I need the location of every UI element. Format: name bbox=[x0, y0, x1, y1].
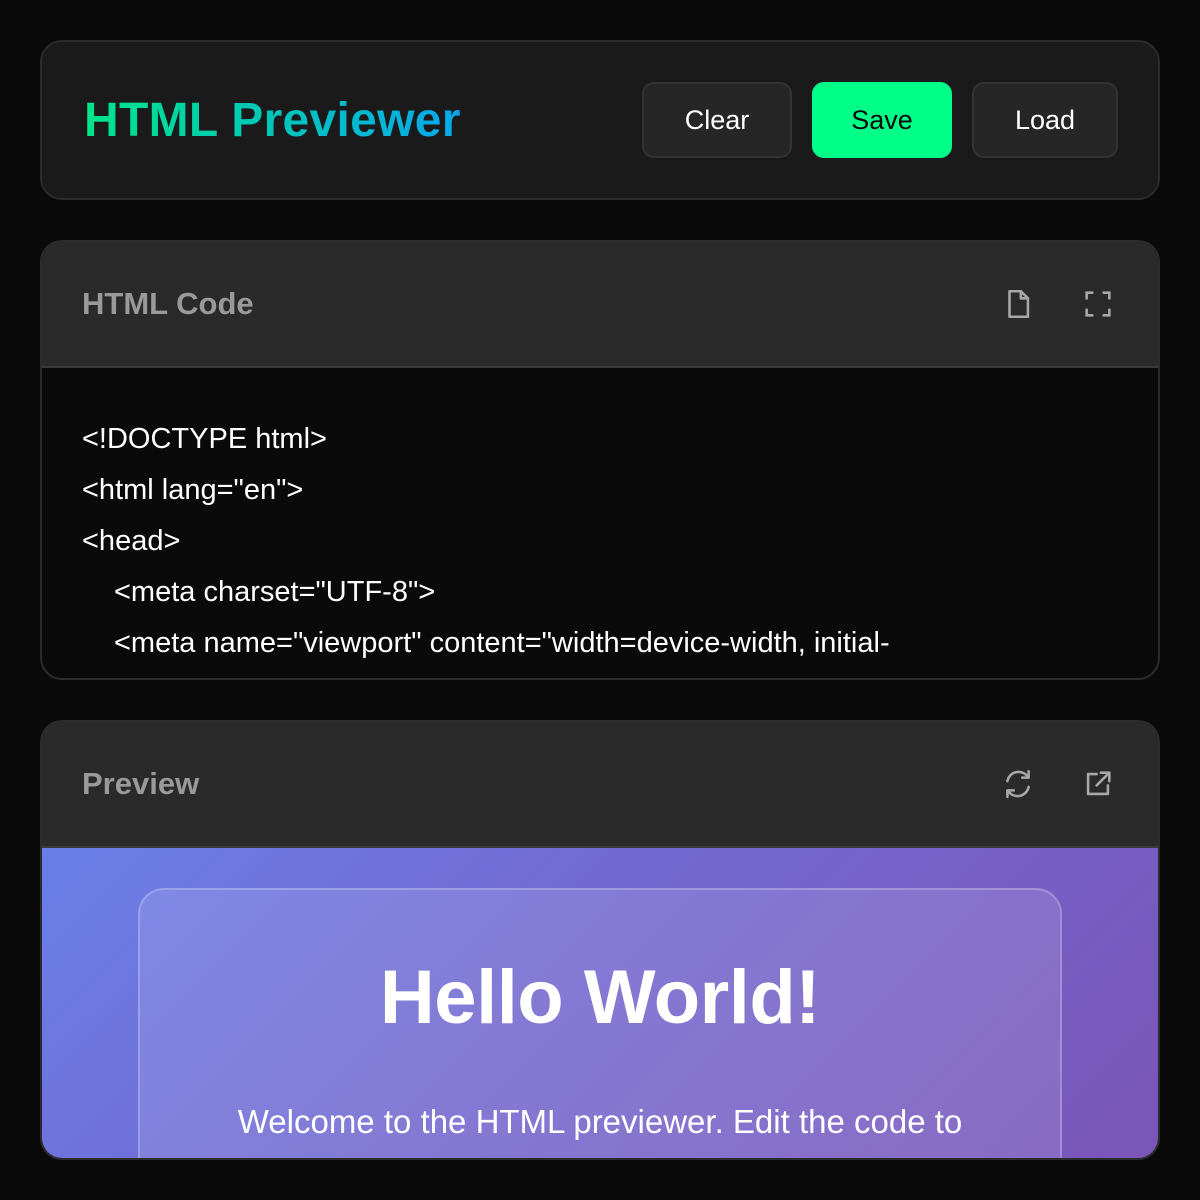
app-title: HTML Previewer bbox=[84, 93, 461, 147]
external-link-icon[interactable] bbox=[1080, 766, 1116, 802]
preview-heading: Hello World! bbox=[379, 955, 821, 1040]
code-panel-title: HTML Code bbox=[82, 286, 254, 321]
preview-frame[interactable]: Hello World! Welcome to the HTML preview… bbox=[42, 848, 1158, 1158]
header-actions: Clear Save Load bbox=[642, 82, 1118, 158]
code-line: <html lang="en"> bbox=[82, 474, 304, 506]
code-panel-header: HTML Code bbox=[42, 242, 1158, 368]
preview-panel: Preview Hello World! Welcome to the HTML… bbox=[40, 720, 1160, 1160]
app-header: HTML Previewer Clear Save Load bbox=[40, 40, 1160, 200]
app-root: HTML Previewer Clear Save Load HTML Code bbox=[0, 0, 1200, 1200]
save-button[interactable]: Save bbox=[812, 82, 952, 158]
code-editor[interactable]: <!DOCTYPE html> <html lang="en"> <head> … bbox=[42, 368, 1158, 678]
code-line: <meta name="viewport" content="width=dev… bbox=[114, 627, 890, 659]
code-panel: HTML Code <!DOCTYPE html> <html lang="en… bbox=[40, 240, 1160, 680]
preview-panel-header: Preview bbox=[42, 722, 1158, 848]
file-icon[interactable] bbox=[1000, 286, 1036, 322]
fullscreen-icon[interactable] bbox=[1080, 286, 1116, 322]
preview-card: Hello World! Welcome to the HTML preview… bbox=[138, 888, 1062, 1158]
preview-text: Welcome to the HTML previewer. Edit the … bbox=[237, 1103, 963, 1140]
clear-button[interactable]: Clear bbox=[642, 82, 792, 158]
code-line: <meta charset="UTF-8"> bbox=[114, 576, 436, 608]
code-line: <!DOCTYPE html> bbox=[82, 423, 327, 455]
load-button[interactable]: Load bbox=[972, 82, 1118, 158]
preview-panel-title: Preview bbox=[82, 766, 200, 801]
code-line: scale=1.0"> bbox=[82, 669, 1118, 678]
code-line: <head> bbox=[82, 525, 181, 557]
preview-panel-tools bbox=[1000, 766, 1116, 802]
code-panel-tools bbox=[1000, 286, 1116, 322]
refresh-icon[interactable] bbox=[1000, 766, 1036, 802]
